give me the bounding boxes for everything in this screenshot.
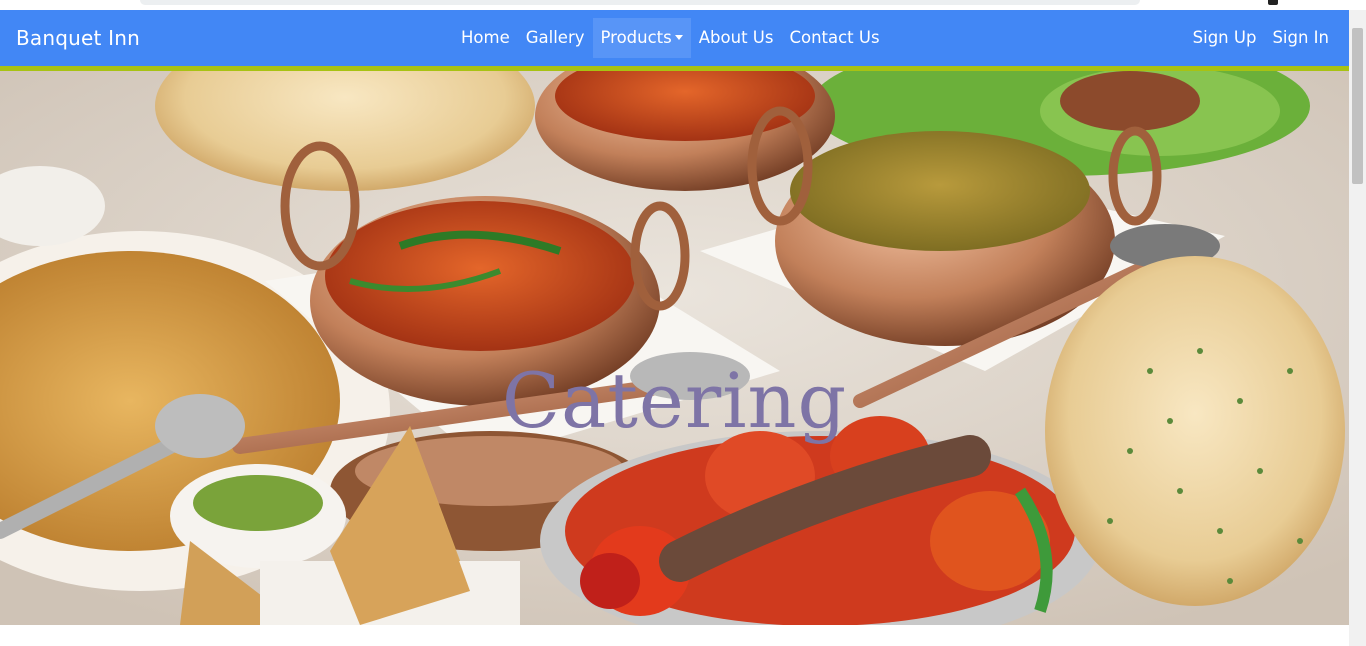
scrollbar-thumb[interactable] <box>1352 28 1363 184</box>
nav-about-us[interactable]: About Us <box>691 18 782 58</box>
nav-products-label: Products <box>600 28 672 47</box>
browser-top-strip <box>0 0 1366 10</box>
nav-home[interactable]: Home <box>453 18 518 58</box>
address-bar-edge <box>140 0 1140 5</box>
window-marker <box>1268 0 1278 5</box>
hero-food-image <box>0 71 1349 625</box>
page-content-start <box>0 625 1349 646</box>
brand-logo[interactable]: Banquet Inn <box>16 10 140 66</box>
navbar: Banquet Inn Home Gallery Products About … <box>0 10 1349 71</box>
auth-links: Sign Up Sign In <box>1185 18 1337 58</box>
nav-gallery[interactable]: Gallery <box>518 18 593 58</box>
hero-banner: Catering <box>0 71 1349 625</box>
sign-up-link[interactable]: Sign Up <box>1185 18 1265 58</box>
scrollbar[interactable] <box>1349 10 1366 646</box>
nav-products-dropdown[interactable]: Products <box>592 18 691 58</box>
caret-down-icon <box>674 34 683 40</box>
hero-title: Catering <box>501 356 848 445</box>
nav-menu: Home Gallery Products About Us Contact U… <box>453 18 888 58</box>
nav-contact-us[interactable]: Contact Us <box>781 18 887 58</box>
sign-in-link[interactable]: Sign In <box>1264 18 1337 58</box>
